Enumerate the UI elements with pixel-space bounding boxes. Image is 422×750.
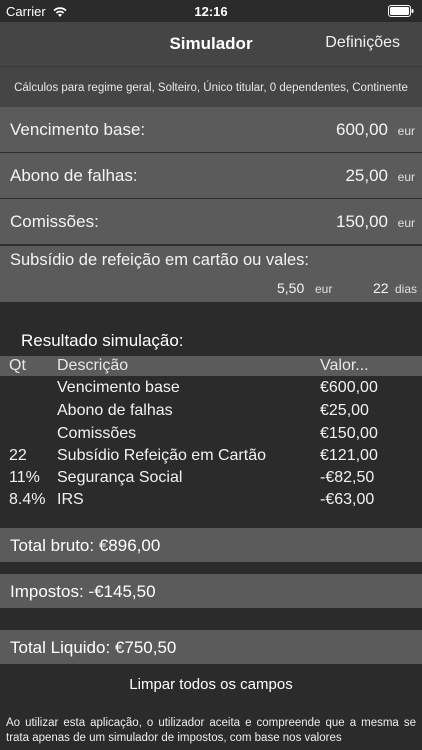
meal-allowance-label: Subsídio de refeição em cartão ou vales: [10, 251, 310, 269]
base-salary-unit: eur [397, 124, 415, 138]
table-row: 8.4% IRS -€63,00 [0, 490, 422, 512]
cash-allowance-field[interactable]: Abono de falhas: 25,00 eur [0, 153, 422, 199]
cash-allowance-input[interactable]: 25,00 [345, 166, 388, 186]
row-qt: 11% [9, 469, 40, 486]
row-description: Subsídio Refeição em Cartão [57, 447, 266, 464]
taxes-total-label: Impostos: -€145,50 [10, 582, 156, 601]
commissions-unit: eur [397, 216, 415, 230]
disclaimer-text: Ao utilizar esta aplicação, o utilizador… [6, 717, 416, 744]
status-bar: Carrier 12:16 [0, 0, 422, 22]
settings-button[interactable]: Definições [325, 34, 400, 52]
commissions-label: Comissões: [10, 212, 99, 231]
result-table-header: Qt Descrição Valor... [0, 356, 422, 376]
row-value: -€63,00 [320, 491, 375, 508]
base-salary-field[interactable]: Vencimento base: 600,00 eur [0, 107, 422, 153]
net-total: Total Liquido: €750,50 [0, 630, 422, 664]
commissions-input[interactable]: 150,00 [336, 212, 388, 232]
clear-all-button[interactable]: Limpar todos os campos [0, 676, 422, 693]
row-value: €25,00 [320, 402, 369, 419]
meal-value-input[interactable]: 5,50 [277, 280, 304, 296]
gross-total: Total bruto: €896,00 [0, 528, 422, 562]
cash-allowance-label: Abono de falhas: [10, 166, 138, 185]
row-description: IRS [57, 491, 84, 508]
table-row: Comissões €150,00 [0, 424, 422, 446]
cash-allowance-unit: eur [397, 170, 415, 184]
regime-summary: Cálculos para regime geral, Solteiro, Ún… [0, 66, 422, 108]
row-qt: 8.4% [9, 491, 46, 508]
row-value: €121,00 [320, 447, 378, 464]
row-value: €600,00 [320, 379, 378, 396]
row-description: Vencimento base [57, 379, 180, 396]
row-description: Abono de falhas [57, 402, 173, 419]
taxes-total: Impostos: -€145,50 [0, 574, 422, 608]
meal-days-input[interactable]: 22 [373, 280, 389, 296]
table-row: Vencimento base €600,00 [0, 378, 422, 400]
table-row: 11% Segurança Social -€82,50 [0, 468, 422, 490]
column-description: Descrição [57, 357, 129, 374]
battery-icon [388, 5, 414, 17]
commissions-field[interactable]: Comissões: 150,00 eur [0, 199, 422, 245]
row-qt: 22 [9, 447, 27, 464]
column-qt: Qt [9, 357, 26, 374]
column-value: Valor... [320, 357, 369, 374]
table-row: Abono de falhas €25,00 [0, 401, 422, 423]
meal-value-unit: eur [315, 282, 333, 296]
gross-total-label: Total bruto: €896,00 [10, 536, 161, 555]
status-time: 12:16 [194, 4, 228, 19]
row-value: -€82,50 [320, 469, 375, 486]
base-salary-input[interactable]: 600,00 [336, 120, 388, 140]
row-value: €150,00 [320, 425, 378, 442]
meal-days-unit: dias [395, 282, 418, 296]
row-description: Segurança Social [57, 469, 183, 486]
table-row: 22 Subsídio Refeição em Cartão €121,00 [0, 446, 422, 468]
base-salary-label: Vencimento base: [10, 120, 146, 139]
result-title: Resultado simulação: [21, 331, 184, 350]
net-total-label: Total Liquido: €750,50 [10, 638, 177, 657]
meal-allowance-field: Subsídio de refeição em cartão ou vales:… [0, 246, 422, 302]
nav-bar: Simulador Definições [0, 22, 422, 66]
row-description: Comissões [57, 425, 137, 442]
